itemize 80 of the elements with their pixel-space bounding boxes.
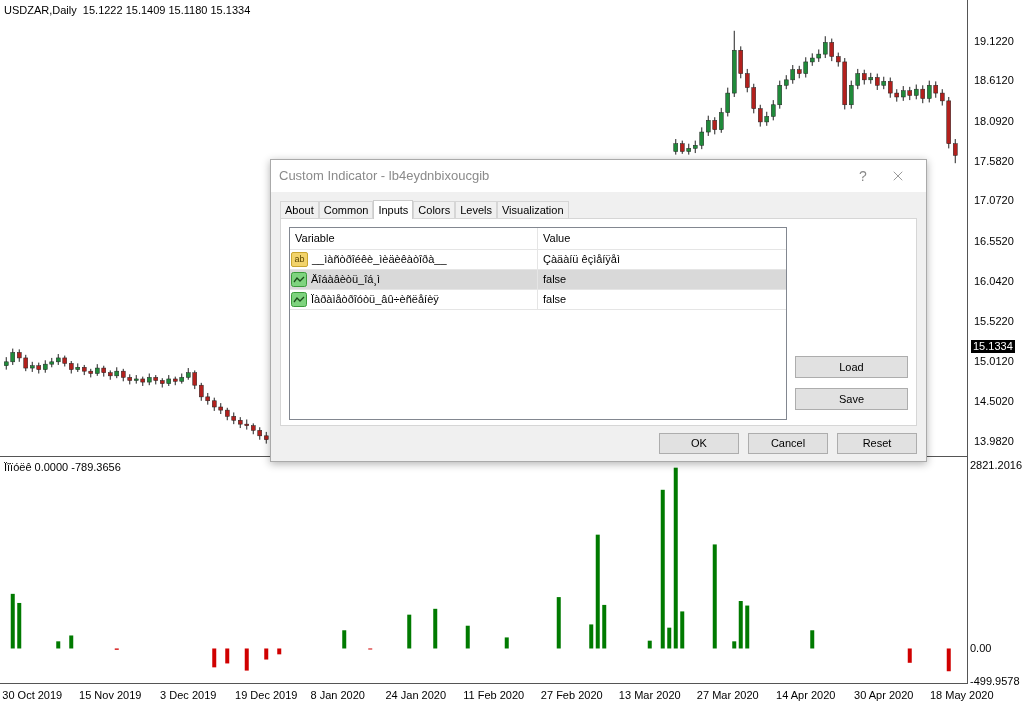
histogram-bar [212, 648, 217, 668]
column-header: Variable [290, 228, 538, 249]
histogram-bar [810, 630, 815, 649]
histogram-bar [56, 641, 61, 649]
price-label: 14.5020 [974, 394, 1014, 408]
histogram-bar [17, 602, 22, 649]
price-label: 19.1220 [974, 34, 1014, 48]
variable-value: false [542, 272, 567, 288]
histogram-bar [647, 640, 652, 649]
indicator-axis-label: -499.9578 [970, 675, 1020, 688]
date-label: 27 Mar 2020 [696, 689, 759, 702]
side-button[interactable]: Load [795, 356, 908, 378]
variable-name: Ïàðàìåòðîóòü_âû÷èñëåíèÿ [311, 292, 439, 308]
date-label: 19 Dec 2019 [235, 689, 298, 702]
table-row[interactable]: Ïàðàìåòðîóòü_âû÷èñëåíèÿ false [290, 290, 786, 310]
histogram-bar [946, 648, 951, 672]
indicator-axis-label: 0.00 [970, 642, 992, 656]
histogram-bar [277, 648, 282, 655]
histogram-bar [556, 597, 561, 649]
date-label: 15 Nov 2019 [79, 689, 142, 702]
date-label: 30 Apr 2020 [854, 689, 914, 702]
variable-name: Äîáàâèòü_îá¸ì [311, 272, 381, 288]
date-label: 8 Jan 2020 [310, 689, 365, 702]
date-label: 27 Feb 2020 [540, 689, 603, 702]
tab[interactable]: About [280, 201, 319, 218]
price-label: 16.0420 [974, 274, 1014, 288]
dialog-button[interactable]: OK [659, 433, 739, 454]
date-label: 13 Mar 2020 [618, 689, 681, 702]
histogram-bar [407, 614, 412, 649]
current-price-tag: 15.1334 [971, 340, 1015, 353]
date-label: 24 Jan 2020 [385, 689, 447, 702]
histogram-bar [602, 604, 607, 649]
price-label: 17.5820 [974, 154, 1014, 168]
side-button[interactable]: Save [795, 388, 908, 410]
price-label: 15.5220 [974, 315, 1014, 329]
window-title: Custom Indicator - lb4eydnbixoucgib [279, 167, 491, 186]
price-label: 18.6120 [974, 74, 1014, 88]
price-label: 17.0720 [974, 194, 1014, 208]
dialog-button[interactable]: Reset [837, 433, 917, 454]
text-type-icon: ab [291, 252, 308, 267]
date-label: 11 Feb 2020 [463, 689, 525, 702]
tab[interactable]: Inputs [373, 200, 414, 219]
histogram-bar [69, 635, 74, 649]
indicator-label: Ïîïóëê 0.0000 -789.3656 [4, 460, 121, 475]
date-label: 3 Dec 2019 [160, 689, 217, 702]
histogram-bar [680, 611, 685, 649]
tab[interactable]: Common [318, 201, 374, 218]
chart-header: USDZAR,Daily 15.1222 15.1409 15.1180 15.1334 [4, 3, 251, 18]
table-row[interactable]: ab __ìàñòðîéêè_ìèäèêàòîðà__ Çàäàíü êçìåíÿåì [290, 250, 786, 270]
dialog-button[interactable]: Cancel [748, 433, 828, 454]
variable-name: __ìàñòðîéêè_ìèäèêàòîðà__ [312, 252, 447, 268]
price-label: 15.0120 [974, 354, 1014, 368]
histogram-bar [10, 593, 15, 649]
tab[interactable]: Colors [413, 201, 456, 218]
tab[interactable]: Visualization [496, 201, 569, 218]
date-label: 18 May 2020 [929, 689, 994, 702]
price-label: 16.5520 [974, 234, 1014, 248]
histogram-bar [504, 637, 509, 649]
price-label: 18.0920 [974, 114, 1014, 128]
histogram-bar [342, 630, 347, 649]
date-label: 30 Oct 2019 [2, 689, 63, 702]
toggle-type-icon [291, 292, 307, 307]
price-label: 13.9820 [974, 435, 1014, 449]
column-header: Value [542, 231, 572, 247]
histogram-bar [745, 605, 750, 649]
histogram-bar [244, 648, 249, 671]
indicator-axis-label: 2821.2016 [970, 459, 1022, 472]
histogram-bar [465, 625, 470, 649]
tab[interactable]: Levels [455, 201, 497, 218]
candlestick [953, 138, 958, 164]
help-button[interactable]: ? [848, 165, 878, 187]
histogram-bar [225, 648, 230, 664]
histogram-bar [433, 608, 438, 649]
table-row[interactable]: Äîáàâèòü_îá¸ì false [290, 270, 786, 290]
histogram-bar [264, 648, 269, 660]
date-label: 14 Apr 2020 [776, 689, 836, 702]
histogram-bar [907, 648, 912, 663]
toggle-type-icon [291, 272, 307, 287]
variable-value: Çàäàíü êçìåíÿåì [542, 252, 621, 268]
variable-value: false [542, 292, 567, 308]
